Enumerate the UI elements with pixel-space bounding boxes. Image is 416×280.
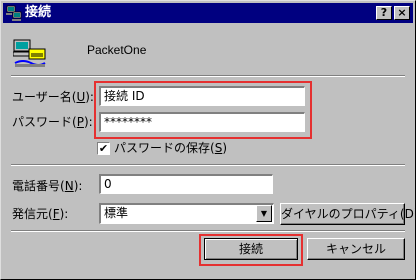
cancel-button[interactable]: キャンセル — [307, 238, 405, 260]
dialing-properties-button[interactable]: ダイヤルのプロパティ(D)... — [280, 203, 416, 225]
dial-from-label: 発信元(F): — [12, 207, 69, 221]
network-computers-icon — [6, 5, 22, 21]
annotation-highlight-connect — [199, 234, 303, 266]
separator — [11, 230, 405, 232]
phone-input[interactable]: 0 — [99, 174, 273, 194]
connect-dialog: 接続 ? × PacketOne ユーザー名(U): 接続 ID パスワード(P… — [0, 0, 416, 280]
help-button[interactable]: ? — [376, 6, 392, 20]
dialup-connection-icon — [12, 39, 47, 69]
dial-from-select[interactable]: 標準 — [99, 203, 274, 224]
window-title: 接続 — [25, 5, 52, 20]
separator — [11, 75, 405, 77]
separator — [11, 164, 405, 166]
title-bar[interactable]: 接続 ? × — [3, 3, 413, 23]
down-arrow-icon[interactable]: ▼ — [256, 205, 272, 222]
save-password-label[interactable]: パスワードの保存(S) — [114, 140, 227, 156]
phone-label: 電話番号(N): — [12, 179, 83, 193]
password-label: パスワード(P): — [12, 115, 93, 129]
close-button[interactable]: × — [394, 6, 410, 20]
annotation-highlight-credentials — [94, 81, 312, 139]
username-label: ユーザー名(U): — [12, 90, 94, 104]
save-password-checkbox[interactable]: ✔ — [97, 142, 110, 155]
connection-name: PacketOne — [87, 43, 147, 57]
